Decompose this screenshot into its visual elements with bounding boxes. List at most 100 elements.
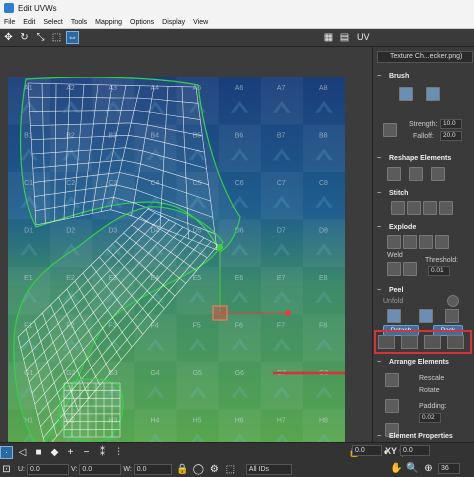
menu-view[interactable]: View (193, 19, 208, 26)
grid-cell-label: A8 (319, 85, 328, 92)
explode-break-icon[interactable] (435, 235, 449, 249)
uv-space-label[interactable]: UV (357, 32, 370, 42)
freeform-icon[interactable]: ⬚ (50, 31, 63, 44)
threshold-field[interactable]: 0.01 (428, 266, 450, 276)
scale-icon[interactable]: ⤡ (34, 31, 47, 44)
stitch-source-icon[interactable] (391, 201, 405, 215)
x-field[interactable]: 0.0 (352, 445, 382, 456)
relax-brush-icon[interactable] (426, 87, 440, 101)
explode-rollout-header[interactable]: − Explode (377, 222, 473, 233)
settings-icon[interactable]: ⚙ (208, 463, 221, 476)
texture-dropdown[interactable]: Texture Ch...ecker.png) (377, 51, 473, 63)
gizmo-y-handle[interactable] (217, 244, 223, 250)
lock-icon[interactable]: 🔒 (176, 463, 189, 476)
explode-by-material-icon[interactable] (403, 235, 417, 249)
relax-icon[interactable] (409, 167, 423, 181)
unfold-label[interactable]: Unfold (383, 298, 403, 305)
grid-cell-label: H5 (193, 418, 202, 425)
menu-edit[interactable]: Edit (23, 19, 35, 26)
show-icon[interactable]: ◯ (192, 463, 205, 476)
pack-together-icon[interactable] (385, 373, 399, 387)
pin-icon[interactable] (445, 309, 459, 323)
uv-canvas-svg[interactable]: A1A2A3A4A5A6A7A8B1B2B3B4B5B6B7B8C1C2C3C4… (8, 77, 345, 457)
stitch-rollout-header[interactable]: − Stitch (377, 188, 473, 199)
rescale-label[interactable]: Rescale (419, 375, 444, 382)
menu-display[interactable]: Display (162, 19, 185, 26)
brush-rollout-header[interactable]: − Brush (377, 71, 473, 82)
stitch-average-icon[interactable] (407, 201, 421, 215)
menu-file[interactable]: File (4, 19, 15, 26)
explode-by-smoothing-icon[interactable] (387, 235, 401, 249)
reshape-rollout-header[interactable]: − Reshape Elements (377, 153, 473, 164)
checker-toggle-icon[interactable]: ▦ (322, 31, 335, 44)
absolute-mode-icon[interactable]: ⊡ (0, 463, 13, 476)
brush-size-icon[interactable] (383, 123, 397, 137)
rotate-icon[interactable]: ↻ (18, 31, 31, 44)
grid-cell-label: F7 (277, 323, 285, 330)
loop-select-icon[interactable]: ⁑ (96, 446, 109, 459)
xy-label[interactable]: XY (385, 446, 397, 456)
select-edge-icon[interactable]: ◁ (16, 446, 29, 459)
strength-field[interactable]: 10.0 (440, 119, 462, 129)
select-element-icon[interactable]: ◆ (48, 446, 61, 459)
material-id-filter[interactable]: All IDs (245, 464, 292, 475)
move-icon[interactable]: ✥ (2, 31, 15, 44)
menu-tools[interactable]: Tools (71, 19, 87, 26)
peel-tool-4-icon[interactable] (447, 335, 464, 349)
shrink-select-icon[interactable]: − (80, 446, 93, 459)
reset-peel-icon[interactable] (419, 309, 433, 323)
ring-select-icon[interactable]: ⫶ (112, 446, 125, 459)
padding-field[interactable]: 0.02 (419, 413, 441, 423)
straighten-icon[interactable] (387, 167, 401, 181)
grid-icon[interactable]: ▤ (338, 31, 351, 44)
app-icon (4, 3, 14, 13)
grid-cell-label: E8 (319, 275, 328, 282)
select-face-icon[interactable]: ■ (32, 446, 45, 459)
u-field[interactable]: 0.0 (27, 464, 69, 475)
uv-canvas[interactable]: A1A2A3A4A5A6A7A8B1B2B3B4B5B6B7B8C1C2C3C4… (8, 77, 345, 457)
zoom-region-icon[interactable]: ⊕ (422, 462, 435, 475)
w-field[interactable]: 0.0 (133, 464, 172, 475)
mirror-icon[interactable]: ⇔ (66, 31, 79, 44)
weld-selected-icon[interactable] (387, 262, 401, 276)
window-title: Edit UVWs (18, 3, 57, 13)
falloff-field[interactable]: 20.0 (440, 131, 462, 141)
pan-icon[interactable]: ✋ (390, 462, 403, 475)
peel-rollout-header[interactable]: − Peel (377, 285, 473, 296)
peel-tool-2-icon[interactable] (401, 335, 418, 349)
w-label: W: (123, 466, 132, 473)
weld-label: Weld (387, 252, 403, 259)
rotate-label[interactable]: Rotate (419, 387, 440, 394)
v-field[interactable]: 0.0 (79, 464, 122, 475)
zoom-field[interactable]: 36 (438, 463, 460, 474)
arrange-rollout-header[interactable]: − Arrange Elements (377, 357, 473, 368)
uv-shell-small[interactable] (58, 378, 124, 443)
gizmo-center[interactable] (212, 305, 228, 321)
flatten-icon[interactable] (431, 167, 445, 181)
peel-tool-3-icon[interactable] (424, 335, 441, 349)
frame-icon[interactable]: ⬚ (224, 463, 237, 476)
gizmo-x-handle[interactable] (285, 310, 291, 316)
menu-select[interactable]: Select (43, 19, 62, 26)
menu-mapping[interactable]: Mapping (95, 19, 122, 26)
zoom-icon[interactable]: 🔍 (406, 462, 419, 475)
weld-all-icon[interactable] (403, 262, 417, 276)
menu-bar: File Edit Select Tools Mapping Options D… (0, 16, 474, 29)
element-properties-header[interactable]: − Element Properties (377, 431, 473, 442)
explode-flatten-icon[interactable] (419, 235, 433, 249)
stitch-custom-icon[interactable] (439, 201, 453, 215)
padding-label: Padding: (419, 403, 447, 410)
grid-cell-label: C8 (319, 180, 328, 187)
y-field[interactable]: 0.0 (400, 445, 431, 456)
peel-mode-toggle[interactable] (447, 295, 459, 307)
grow-select-icon[interactable]: + (64, 446, 77, 459)
stitch-target-icon[interactable] (423, 201, 437, 215)
select-vertex-icon[interactable]: · (0, 446, 13, 459)
peel-icon[interactable] (387, 309, 401, 323)
peel-title: Peel (389, 287, 404, 294)
menu-options[interactable]: Options (130, 19, 154, 26)
uv-editor-viewport[interactable]: A1A2A3A4A5A6A7A8B1B2B3B4B5B6B7B8C1C2C3C4… (0, 47, 372, 457)
pack-normalize-icon[interactable] (385, 399, 399, 413)
paint-move-icon[interactable] (399, 87, 413, 101)
peel-tool-1-icon[interactable] (378, 335, 395, 349)
